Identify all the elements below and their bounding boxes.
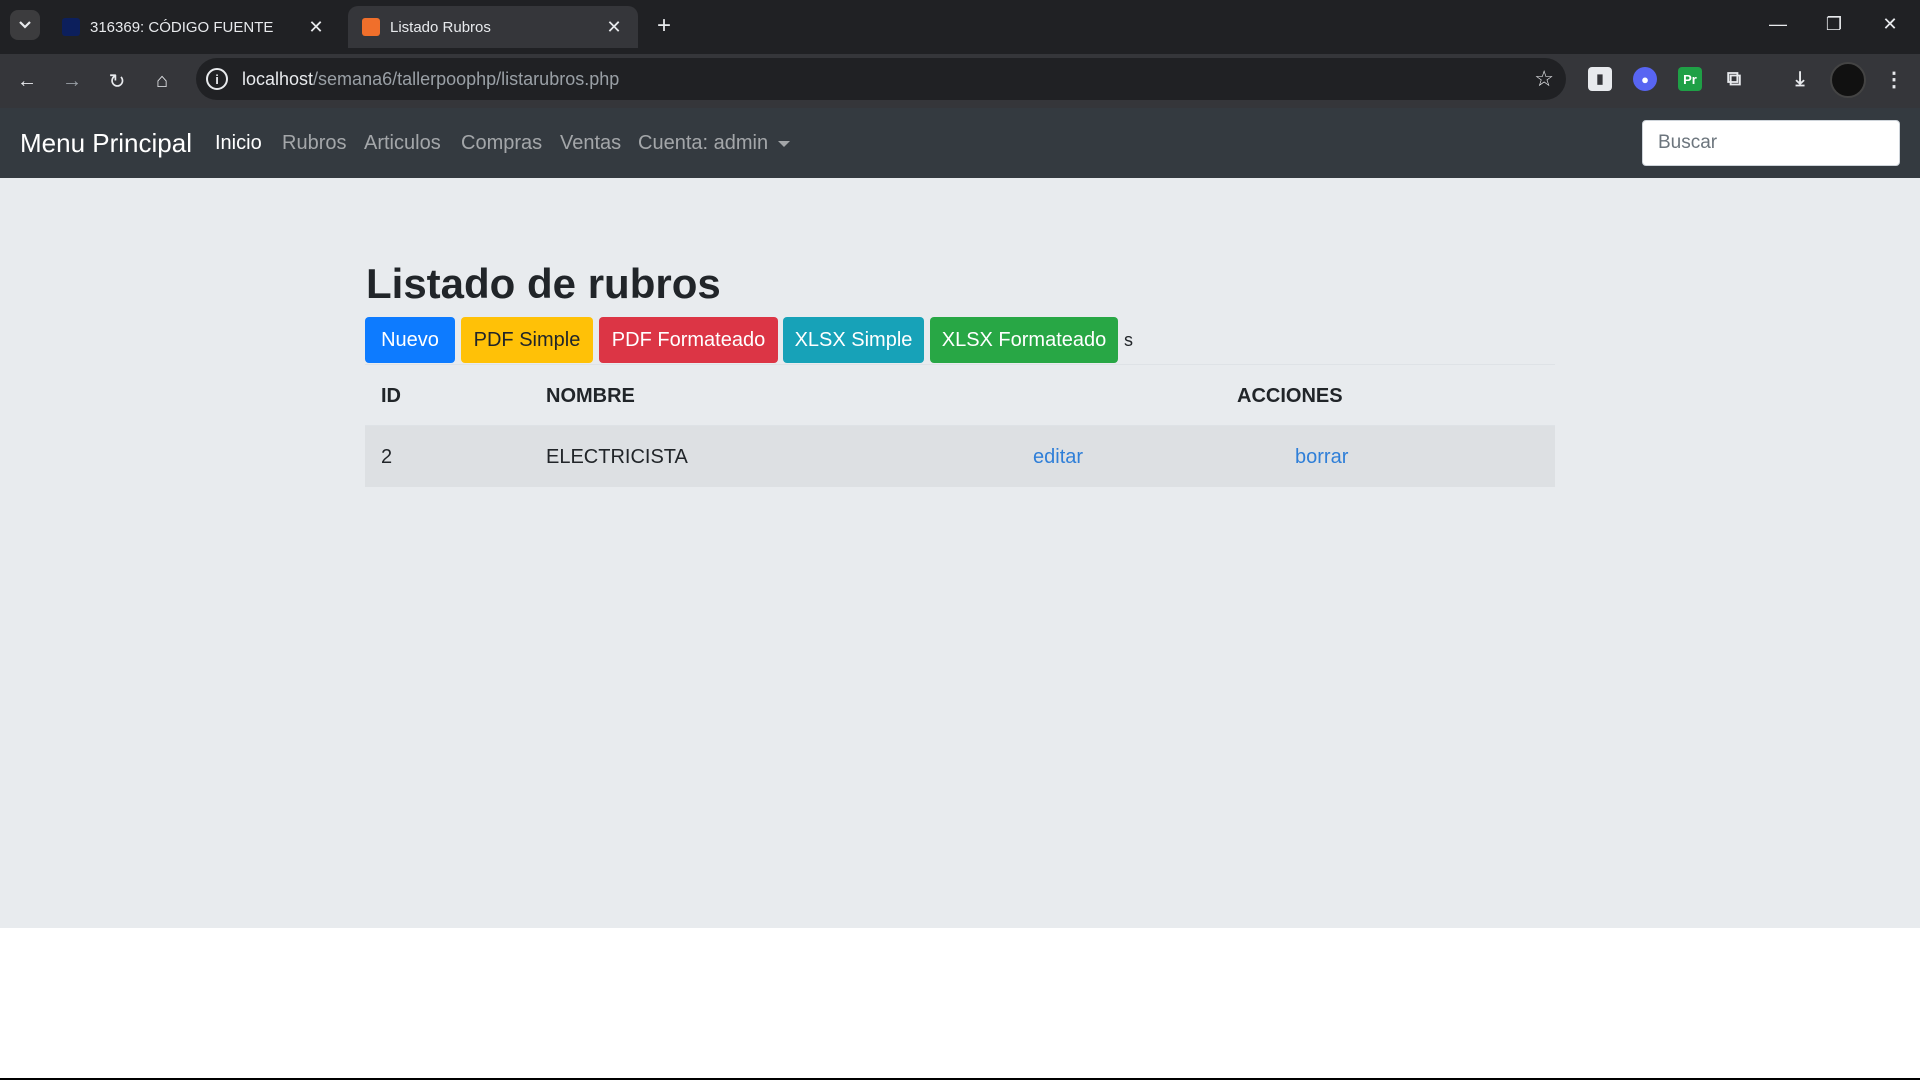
navbar: Menu Principal Inicio Rubros Articulos C… xyxy=(0,108,1920,178)
extension-badge-label: Pr xyxy=(1683,71,1697,87)
back-arrow-icon[interactable]: ← xyxy=(12,66,42,96)
caret-down-icon xyxy=(778,140,791,147)
nav-link-ventas[interactable]: Ventas xyxy=(560,132,621,155)
profile-avatar[interactable] xyxy=(1830,62,1866,98)
borrar-link[interactable]: borrar xyxy=(1295,446,1348,469)
nav-dropdown-cuenta[interactable]: Cuenta: admin xyxy=(638,132,791,155)
tab-codigo-fuente[interactable]: 316369: CÓDIGO FUENTE ✕ xyxy=(48,6,340,48)
restore-icon[interactable]: ❐ xyxy=(1806,0,1862,48)
tab-title: 316369: CÓDIGO FUENTE xyxy=(90,18,274,36)
stray-text: s xyxy=(1124,330,1133,350)
nav-link-rubros[interactable]: Rubros xyxy=(282,132,346,155)
site-info-icon[interactable]: i xyxy=(206,68,228,90)
menu-kebab-icon[interactable]: ⋮ xyxy=(1882,67,1906,91)
page-blank-area xyxy=(0,928,1920,1078)
editar-link[interactable]: editar xyxy=(1033,446,1083,469)
xampp-favicon-icon xyxy=(362,18,380,36)
search-input[interactable] xyxy=(1642,120,1900,166)
browser-tab-strip: 316369: CÓDIGO FUENTE ✕ Listado Rubros ✕… xyxy=(0,0,1920,54)
site-favicon-icon xyxy=(62,18,80,36)
minimize-icon[interactable]: — xyxy=(1750,0,1806,48)
extension-discord-icon[interactable]: ● xyxy=(1633,67,1657,91)
close-icon[interactable]: ✕ xyxy=(604,17,624,37)
tab-search-button[interactable] xyxy=(10,10,40,40)
nav-dropdown-label: Cuenta: admin xyxy=(638,132,769,154)
new-tab-button[interactable]: + xyxy=(650,12,678,40)
tab-listado-rubros[interactable]: Listado Rubros ✕ xyxy=(348,6,638,48)
address-bar[interactable]: i localhost/semana6/tallerpoophp/listaru… xyxy=(196,58,1566,100)
window-close-icon[interactable]: ✕ xyxy=(1862,0,1918,48)
header-id: ID xyxy=(381,385,401,407)
url-path: /semana6/tallerpoophp/listarubros.php xyxy=(313,69,620,89)
xlsx-formateado-button[interactable]: XLSX Formateado xyxy=(930,317,1118,363)
reload-icon[interactable]: ↻ xyxy=(102,66,132,96)
extensions-puzzle-icon[interactable]: ⧉ xyxy=(1722,67,1746,91)
nav-link-inicio[interactable]: Inicio xyxy=(215,132,262,155)
navbar-brand[interactable]: Menu Principal xyxy=(20,128,192,159)
close-icon[interactable]: ✕ xyxy=(306,17,326,37)
header-acciones: ACCIONES xyxy=(1237,385,1343,407)
url-host: localhost xyxy=(242,69,314,89)
bookmark-star-icon[interactable]: ☆ xyxy=(1534,66,1554,92)
pdf-formateado-button[interactable]: PDF Formateado xyxy=(599,317,778,363)
pdf-simple-button[interactable]: PDF Simple xyxy=(461,317,593,363)
extension-icon[interactable]: ▮ xyxy=(1588,67,1612,91)
forward-arrow-icon[interactable]: → xyxy=(57,66,87,96)
table-row: 2 ELECTRICISTA editar borrar xyxy=(365,425,1555,487)
nuevo-button[interactable]: Nuevo xyxy=(365,317,455,363)
nav-link-compras[interactable]: Compras xyxy=(461,132,542,155)
download-icon[interactable]: ⤓ xyxy=(1788,67,1812,91)
home-icon[interactable]: ⌂ xyxy=(147,66,177,96)
header-nombre: NOMBRE xyxy=(546,385,635,407)
chevron-down-icon xyxy=(19,21,31,29)
url-text[interactable]: localhost/semana6/tallerpoophp/listarubr… xyxy=(242,69,619,90)
tab-title: Listado Rubros xyxy=(390,18,491,36)
table-header-row: ID NOMBRE ACCIONES xyxy=(365,364,1555,425)
browser-toolbar: ← → ↻ ⌂ i localhost/semana6/tallerpoophp… xyxy=(0,54,1920,108)
rubros-table: ID NOMBRE ACCIONES 2 ELECTRICISTA editar… xyxy=(365,364,1555,487)
nav-link-articulos[interactable]: Articulos xyxy=(364,132,441,155)
page-title: Listado de rubros xyxy=(366,260,721,307)
cell-nombre: ELECTRICISTA xyxy=(546,446,688,468)
extension-pr-icon[interactable]: Pr xyxy=(1678,67,1702,91)
cell-id: 2 xyxy=(381,446,393,468)
xlsx-simple-button[interactable]: XLSX Simple xyxy=(783,317,924,363)
web-page: Menu Principal Inicio Rubros Articulos C… xyxy=(0,108,1920,928)
